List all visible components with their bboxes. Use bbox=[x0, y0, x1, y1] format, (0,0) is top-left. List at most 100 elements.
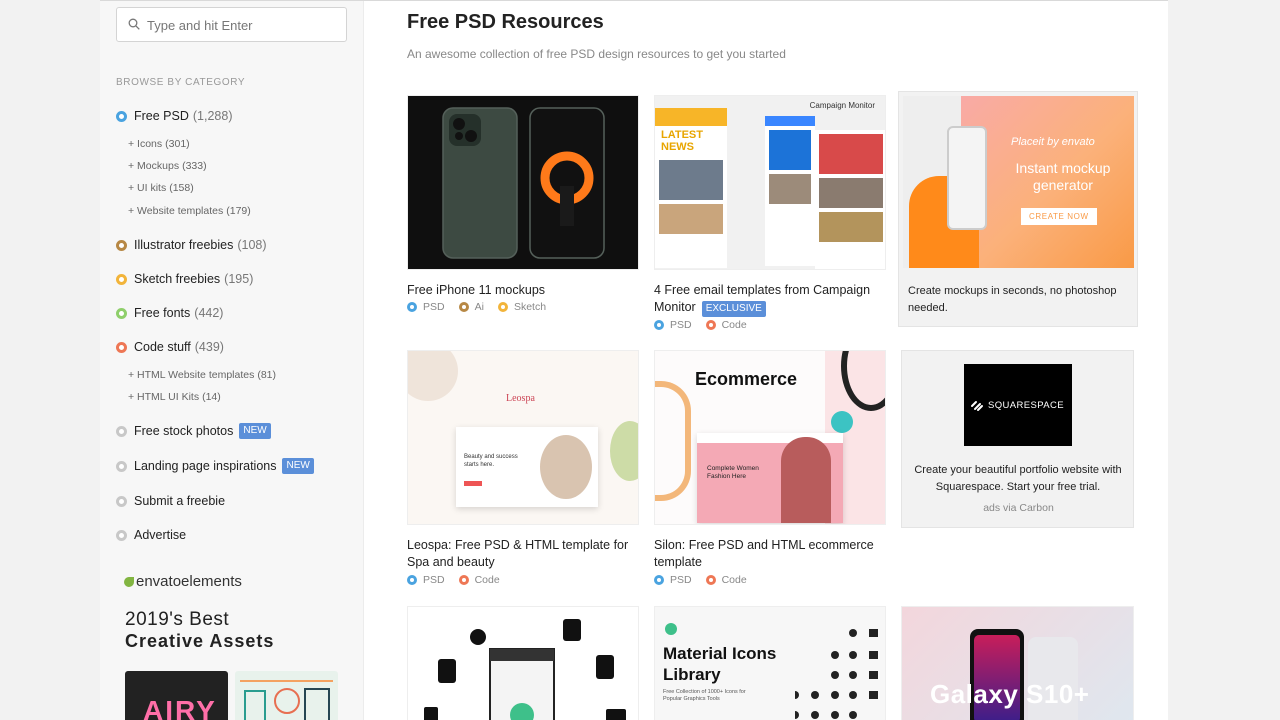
category-free-psd[interactable]: Free PSD (1,288) bbox=[116, 109, 233, 123]
subcategory-count: (333) bbox=[182, 160, 207, 172]
resource-card[interactable]: Leospa Beauty and success starts here. L… bbox=[407, 350, 639, 590]
subcategory-label: + UI kits bbox=[128, 182, 167, 194]
placeit-ad[interactable]: Placeit by envato Instant mockup generat… bbox=[898, 91, 1138, 327]
search-box[interactable] bbox=[116, 7, 347, 42]
main-content: Free PSD Resources An awesome collection… bbox=[364, 1, 1168, 720]
resource-card[interactable]: Material Icons Library Free Collection o… bbox=[654, 606, 886, 720]
tag-sketch[interactable]: Sketch bbox=[497, 301, 546, 313]
subcategory-html-ui-kits[interactable]: + HTML UI Kits (14) bbox=[128, 391, 221, 403]
tag-label: Code bbox=[721, 319, 747, 331]
tag-dot-icon bbox=[705, 575, 716, 585]
tag-psd[interactable]: PSD bbox=[654, 574, 692, 586]
tag-dot-icon bbox=[458, 302, 469, 312]
carbon-ad-text[interactable]: Create your beautiful portfolio website … bbox=[910, 462, 1126, 496]
envato-elements-logo[interactable]: envatoelements bbox=[124, 573, 242, 590]
card-title[interactable]: Leospa: Free PSD & HTML template for Spa… bbox=[407, 537, 639, 571]
card-tags: PSD Ai Sketch bbox=[407, 301, 560, 313]
page-margin-left bbox=[0, 0, 100, 720]
category-stock-photos[interactable]: Free stock photos NEW bbox=[116, 423, 271, 439]
subcategory-html-website-templates[interactable]: + HTML Website templates (81) bbox=[128, 369, 276, 381]
category-label: Free stock photos bbox=[134, 424, 234, 438]
decor-dot bbox=[831, 411, 853, 433]
card-title[interactable]: Silon: Free PSD and HTML ecommerce templ… bbox=[654, 537, 886, 571]
promo-thumb-text: AIRY bbox=[143, 695, 217, 720]
category-code[interactable]: Code stuff (439) bbox=[116, 340, 224, 354]
subcategory-count: (14) bbox=[202, 391, 221, 403]
decor-arch bbox=[655, 381, 691, 501]
category-illustrator[interactable]: Illustrator freebies (108) bbox=[116, 238, 267, 252]
carbon-ad[interactable]: SQUARESPACE Create your beautiful portfo… bbox=[901, 350, 1134, 528]
category-dot-icon bbox=[116, 495, 127, 507]
material-icons-title: Material Icons Library bbox=[663, 644, 777, 684]
category-sketch[interactable]: Sketch freebies (195) bbox=[116, 272, 253, 286]
tag-psd[interactable]: PSD bbox=[654, 319, 692, 331]
resource-card[interactable]: Campaign Monitor LATEST NEWS 4 Free emai… bbox=[654, 95, 886, 335]
card-tags: PSD Code bbox=[654, 574, 761, 586]
category-landing-pages[interactable]: Landing page inspirations NEW bbox=[116, 458, 314, 474]
submit-freebie-link[interactable]: Submit a freebie bbox=[116, 494, 225, 508]
card-thumbnail[interactable]: Material Icons Library Free Collection o… bbox=[654, 606, 886, 720]
campaign-monitor-logo: Campaign Monitor bbox=[809, 101, 875, 110]
card-tags: PSD Code bbox=[407, 574, 514, 586]
tag-label: PSD bbox=[423, 574, 445, 586]
email-template-preview bbox=[765, 116, 815, 266]
promo-thumbnail[interactable]: AIRY bbox=[125, 671, 228, 720]
hero-button bbox=[464, 481, 482, 486]
category-dot-icon bbox=[116, 460, 127, 472]
subcategory-website-templates[interactable]: + Website templates (179) bbox=[128, 205, 251, 217]
subcategory-count: (301) bbox=[165, 138, 190, 150]
envato-brand-text: envatoelements bbox=[136, 573, 242, 590]
resource-card[interactable]: Ecommerce Complete Women Fashion Here Si… bbox=[654, 350, 886, 590]
tag-label: PSD bbox=[670, 319, 692, 331]
tag-code[interactable]: Code bbox=[705, 574, 747, 586]
category-dot-icon bbox=[116, 341, 127, 353]
resource-card[interactable] bbox=[407, 606, 639, 720]
material-logo-icon bbox=[665, 623, 677, 635]
leospa-hero-text: Beauty and success starts here. bbox=[464, 454, 518, 468]
squarespace-icon bbox=[971, 401, 983, 411]
resource-card[interactable]: Galaxy S10+ bbox=[901, 606, 1134, 720]
tag-dot-icon bbox=[654, 575, 664, 585]
promo-thumbnail[interactable] bbox=[235, 671, 338, 720]
card-thumbnail[interactable]: Ecommerce Complete Women Fashion Here bbox=[654, 350, 886, 525]
iphone-mockup-image bbox=[442, 107, 605, 259]
card-thumbnail[interactable]: Galaxy S10+ bbox=[901, 606, 1134, 720]
model-photo bbox=[781, 437, 831, 523]
card-thumbnail[interactable] bbox=[407, 606, 639, 720]
tag-code[interactable]: Code bbox=[458, 574, 500, 586]
subcategory-ui-kits[interactable]: + UI kits (158) bbox=[128, 182, 194, 194]
card-title[interactable]: 4 Free email templates from Campaign Mon… bbox=[654, 282, 886, 317]
tag-psd[interactable]: PSD bbox=[407, 574, 445, 586]
category-label: Sketch freebies bbox=[134, 272, 221, 286]
tag-label: PSD bbox=[670, 574, 692, 586]
page-margin-right bbox=[1168, 0, 1280, 720]
category-count: (442) bbox=[194, 306, 224, 320]
placeit-headline: Instant mockup generator bbox=[1015, 160, 1111, 193]
subcategory-label: + Icons bbox=[128, 138, 163, 150]
create-now-button[interactable]: CREATE NOW bbox=[1021, 208, 1097, 225]
tag-label: PSD bbox=[423, 301, 445, 313]
card-title[interactable]: Free iPhone 11 mockups bbox=[407, 282, 639, 299]
card-thumbnail[interactable] bbox=[407, 95, 639, 270]
resource-card[interactable]: Free iPhone 11 mockups PSD Ai Sketch bbox=[407, 95, 639, 335]
decor-bowl bbox=[408, 351, 458, 401]
galaxy-title: Galaxy S10+ bbox=[930, 679, 1090, 709]
ads-via-carbon-link[interactable]: ads via Carbon bbox=[902, 502, 1135, 514]
advertise-link[interactable]: Advertise bbox=[116, 528, 186, 542]
tag-dot-icon bbox=[497, 302, 508, 312]
tag-psd[interactable]: PSD bbox=[407, 301, 445, 313]
subcategory-mockups[interactable]: + Mockups (333) bbox=[128, 160, 207, 172]
subcategory-icons[interactable]: + Icons (301) bbox=[128, 138, 190, 150]
card-thumbnail[interactable]: Leospa Beauty and success starts here. bbox=[407, 350, 639, 525]
category-label: Code stuff bbox=[134, 340, 191, 354]
tag-ai[interactable]: Ai bbox=[458, 301, 484, 313]
search-input[interactable] bbox=[147, 15, 337, 35]
category-fonts[interactable]: Free fonts (442) bbox=[116, 306, 223, 320]
card-thumbnail[interactable]: Campaign Monitor LATEST NEWS bbox=[654, 95, 886, 270]
new-badge: NEW bbox=[282, 458, 314, 474]
email-template-preview: LATEST NEWS bbox=[655, 108, 727, 268]
phone-mockup bbox=[947, 126, 987, 230]
tag-code[interactable]: Code bbox=[705, 319, 747, 331]
new-badge: NEW bbox=[239, 423, 271, 439]
placeit-ad-text[interactable]: Create mockups in seconds, no photoshop … bbox=[908, 283, 1120, 317]
